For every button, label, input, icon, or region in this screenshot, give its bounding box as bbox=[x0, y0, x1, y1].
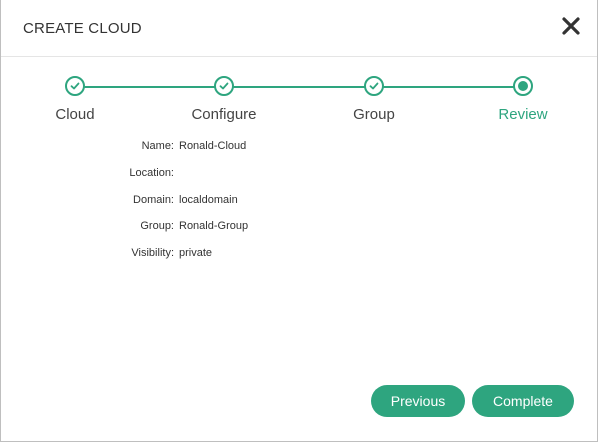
wizard-stepper: Cloud Configure Group Review bbox=[1, 70, 597, 130]
stepper-track bbox=[75, 86, 523, 88]
create-cloud-dialog: CREATE CLOUD Cloud Configure Group Revie… bbox=[0, 0, 598, 442]
previous-button[interactable]: Previous bbox=[371, 385, 465, 417]
step-group[interactable]: Group bbox=[314, 76, 434, 123]
field-label: Location: bbox=[129, 167, 174, 179]
field-value: Ronald-Group bbox=[179, 220, 249, 232]
active-step-icon bbox=[513, 76, 533, 96]
field-value: Ronald-Cloud bbox=[179, 140, 247, 152]
review-row-name: Name: Ronald-Cloud bbox=[1, 140, 597, 156]
dialog-header: CREATE CLOUD bbox=[1, 0, 597, 57]
step-label: Group bbox=[353, 106, 395, 123]
step-label: Review bbox=[498, 106, 548, 123]
field-label: Group: bbox=[140, 220, 174, 232]
step-label: Cloud bbox=[55, 106, 95, 123]
step-configure[interactable]: Configure bbox=[164, 76, 284, 123]
step-label: Configure bbox=[191, 106, 257, 123]
check-icon bbox=[214, 76, 234, 96]
check-icon bbox=[65, 76, 85, 96]
close-icon[interactable] bbox=[559, 14, 583, 38]
review-row-domain: Domain: localdomain bbox=[1, 194, 597, 210]
complete-button[interactable]: Complete bbox=[472, 385, 574, 417]
field-label: Name: bbox=[141, 140, 174, 152]
dialog-title: CREATE CLOUD bbox=[23, 20, 142, 37]
check-icon bbox=[364, 76, 384, 96]
review-row-location: Location: bbox=[1, 167, 597, 183]
field-label: Visibility: bbox=[131, 247, 174, 259]
step-review[interactable]: Review bbox=[463, 76, 583, 123]
field-value: private bbox=[179, 247, 213, 259]
field-value: localdomain bbox=[179, 194, 238, 206]
step-cloud[interactable]: Cloud bbox=[15, 76, 135, 123]
review-row-visibility: Visibility: private bbox=[1, 247, 597, 263]
review-row-group: Group: Ronald-Group bbox=[1, 220, 597, 236]
field-label: Domain: bbox=[133, 194, 174, 206]
